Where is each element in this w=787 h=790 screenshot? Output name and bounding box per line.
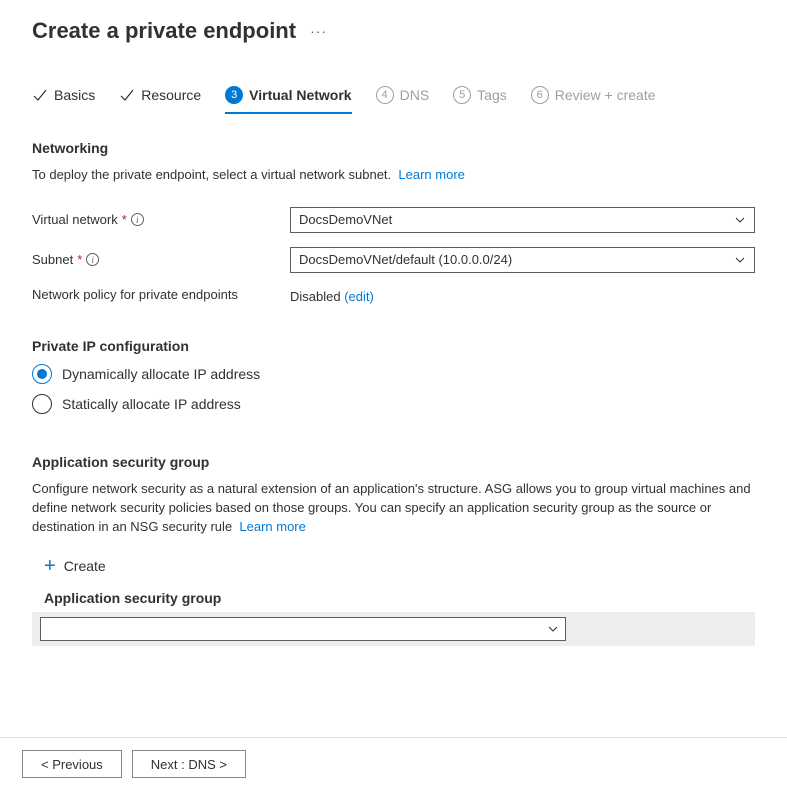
vnet-select-value: DocsDemoVNet [299, 212, 392, 227]
asg-column-header: Application security group [44, 590, 755, 606]
asg-create-label: Create [64, 558, 106, 574]
radio-dynamic[interactable]: Dynamically allocate IP address [32, 364, 755, 384]
subnet-select[interactable]: DocsDemoVNet/default (10.0.0.0/24) [290, 247, 755, 273]
page-title: Create a private endpoint [32, 18, 296, 44]
section-asg: Application security group Configure net… [32, 454, 755, 647]
wizard-tabs: Basics Resource 3 Virtual Network 4 DNS … [32, 86, 755, 114]
asg-title: Application security group [32, 454, 755, 470]
radio-static-label: Statically allocate IP address [62, 396, 241, 412]
next-button[interactable]: Next : DNS > [132, 750, 246, 778]
networking-title: Networking [32, 140, 755, 156]
tab-label-tags: Tags [477, 87, 507, 103]
asg-desc: Configure network security as a natural … [32, 481, 751, 534]
chevron-down-icon [734, 214, 746, 226]
policy-edit-link[interactable]: (edit) [344, 289, 374, 304]
subnet-select-value: DocsDemoVNet/default (10.0.0.0/24) [299, 252, 512, 267]
plus-icon: + [44, 556, 56, 576]
policy-label: Network policy for private endpoints [32, 287, 238, 302]
required-icon: * [77, 252, 82, 267]
radio-static[interactable]: Statically allocate IP address [32, 394, 755, 414]
chevron-down-icon [734, 254, 746, 266]
radio-dynamic-label: Dynamically allocate IP address [62, 366, 260, 382]
tab-label-vnet: Virtual Network [249, 87, 351, 103]
tab-label-dns: DNS [400, 87, 430, 103]
required-icon: * [122, 212, 127, 227]
networking-desc-text: To deploy the private endpoint, select a… [32, 167, 391, 182]
vnet-label: Virtual network [32, 212, 118, 227]
tab-tags: 5 Tags [453, 86, 507, 114]
step-badge-3: 3 [225, 86, 243, 104]
footer-bar: < Previous Next : DNS > [0, 737, 787, 790]
radio-icon [32, 394, 52, 414]
info-icon[interactable]: i [131, 213, 144, 226]
tab-review: 6 Review + create [531, 86, 656, 114]
step-badge-4: 4 [376, 86, 394, 104]
asg-row [32, 612, 755, 646]
tab-dns: 4 DNS [376, 86, 430, 114]
tab-resource[interactable]: Resource [119, 87, 201, 113]
tab-label-resource: Resource [141, 87, 201, 103]
radio-icon [32, 364, 52, 384]
policy-value: Disabled [290, 289, 341, 304]
tab-label-basics: Basics [54, 87, 95, 103]
step-badge-5: 5 [453, 86, 471, 104]
info-icon[interactable]: i [86, 253, 99, 266]
asg-create-button[interactable]: + Create [44, 556, 106, 576]
section-networking: Networking To deploy the private endpoin… [32, 140, 755, 304]
subnet-label: Subnet [32, 252, 73, 267]
check-icon [119, 87, 135, 103]
tab-basics[interactable]: Basics [32, 87, 95, 113]
more-icon[interactable]: ··· [310, 23, 327, 39]
networking-learn-more-link[interactable]: Learn more [398, 167, 464, 182]
step-badge-6: 6 [531, 86, 549, 104]
ip-config-title: Private IP configuration [32, 338, 755, 354]
vnet-select[interactable]: DocsDemoVNet [290, 207, 755, 233]
asg-learn-more-link[interactable]: Learn more [239, 519, 305, 534]
section-ip-config: Private IP configuration Dynamically all… [32, 338, 755, 414]
chevron-down-icon [547, 623, 559, 635]
asg-select[interactable] [40, 617, 566, 641]
previous-button[interactable]: < Previous [22, 750, 122, 778]
networking-desc: To deploy the private endpoint, select a… [32, 166, 755, 185]
check-icon [32, 87, 48, 103]
tab-label-review: Review + create [555, 87, 656, 103]
tab-virtual-network[interactable]: 3 Virtual Network [225, 86, 351, 114]
